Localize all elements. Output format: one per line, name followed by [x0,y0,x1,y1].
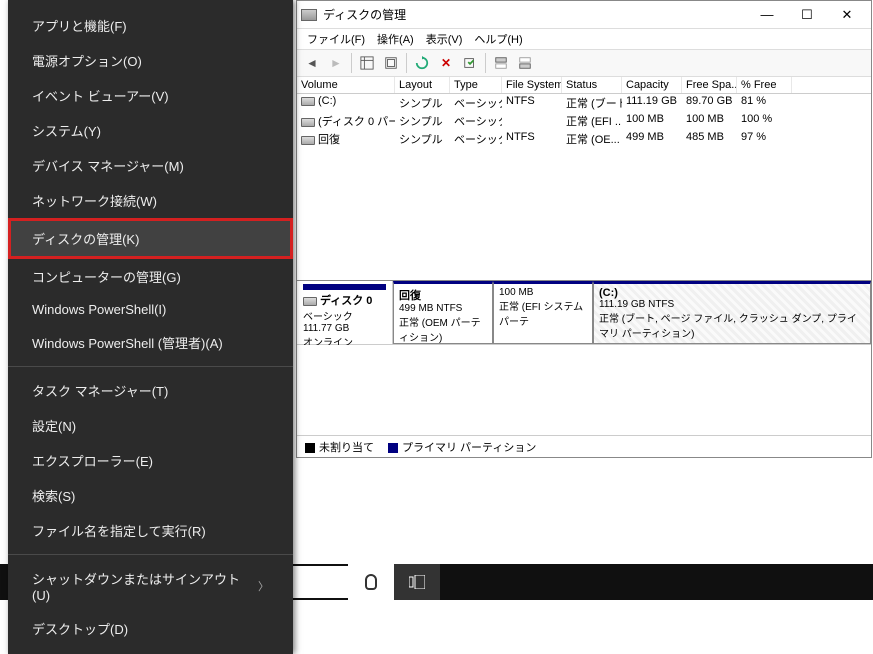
partition[interactable]: 100 MB正常 (EFI システム パーテ [493,281,593,344]
col-status[interactable]: Status [562,77,622,93]
winx-item[interactable]: コンピューターの管理(G) [8,259,293,294]
winx-item[interactable]: タスク マネージャー(T) [8,373,293,408]
winx-item[interactable]: イベント ビューアー(V) [8,78,293,113]
menu-file[interactable]: ファイル(F) [303,31,369,47]
window-title: ディスクの管理 [323,6,747,23]
taskview-button[interactable] [394,564,440,600]
volume-rows[interactable]: (C:)シンプルベーシックNTFS正常 (ブート...111.19 GB89.7… [297,94,871,280]
maximize-button[interactable]: ☐ [787,3,827,27]
disk-row[interactable]: ディスク 0 ベーシック 111.77 GB オンライン 回復499 MB NT… [297,281,871,345]
toolbar-settings-icon[interactable] [459,52,481,74]
winx-item-label: 電源オプション(O) [32,51,142,70]
drive-icon [301,136,315,145]
volume-row[interactable]: (C:)シンプルベーシックNTFS正常 (ブート...111.19 GB89.7… [297,94,871,112]
col-layout[interactable]: Layout [395,77,450,93]
drive-icon [301,97,315,106]
winx-item[interactable]: ディスクの管理(K) [8,218,293,259]
titlebar[interactable]: ディスクの管理 — ☐ ✕ [297,1,871,29]
winx-item-label: 検索(S) [32,486,75,505]
winx-item[interactable]: ファイル名を指定して実行(R) [8,513,293,548]
winx-item[interactable]: デバイス マネージャー(M) [8,148,293,183]
toolbar-delete-icon[interactable]: ✕ [435,52,457,74]
disk-graphical-view: ディスク 0 ベーシック 111.77 GB オンライン 回復499 MB NT… [297,280,871,457]
volume-list-header[interactable]: Volume Layout Type File System Status Ca… [297,77,871,94]
partition[interactable]: (C:)111.19 GB NTFS正常 (ブート, ページ ファイル, クラッ… [593,281,871,344]
winx-item-label: エクスプローラー(E) [32,451,153,470]
winx-item-label: ファイル名を指定して実行(R) [32,521,206,540]
col-type[interactable]: Type [450,77,502,93]
winx-item[interactable]: 検索(S) [8,478,293,513]
volume-row[interactable]: (ディスク 0 パーティシ...シンプルベーシック正常 (EFI ...100 … [297,112,871,130]
winx-item-label: イベント ビューアー(V) [32,86,169,105]
winx-item[interactable]: ネットワーク接続(W) [8,183,293,218]
col-capacity[interactable]: Capacity [622,77,682,93]
volume-list: Volume Layout Type File System Status Ca… [297,77,871,280]
winx-item-label: タスク マネージャー(T) [32,381,168,400]
winx-item-label: Windows PowerShell (管理者)(A) [32,333,223,352]
col-freespace[interactable]: Free Spa... [682,77,737,93]
winx-item[interactable]: エクスプローラー(E) [8,443,293,478]
legend-unallocated: 未割り当て [305,439,374,455]
winx-item[interactable]: シャットダウンまたはサインアウト(U)〉 [8,561,293,611]
menu-help[interactable]: ヘルプ(H) [470,31,526,47]
winx-item[interactable]: デスクトップ(D) [8,611,293,646]
menu-action[interactable]: 操作(A) [373,31,418,47]
toolbar: ◄ ► ✕ [297,49,871,77]
disk-info[interactable]: ディスク 0 ベーシック 111.77 GB オンライン [297,281,393,344]
col-filesystem[interactable]: File System [502,77,562,93]
partitions: 回復499 MB NTFS正常 (OEM パーティション)100 MB正常 (E… [393,281,871,344]
winx-item[interactable]: システム(Y) [8,113,293,148]
legend-primary: プライマリ パーティション [388,439,536,455]
minimize-button[interactable]: — [747,3,787,27]
disk-management-window: ディスクの管理 — ☐ ✕ ファイル(F) 操作(A) 表示(V) ヘルプ(H)… [296,0,872,458]
toolbar-disk-top-icon[interactable] [490,52,512,74]
winx-item-label: ネットワーク接続(W) [32,191,157,210]
volume-row[interactable]: 回復シンプルベーシックNTFS正常 (OE...499 MB485 MB97 % [297,130,871,148]
col-percentfree[interactable]: % Free [737,77,792,93]
app-icon [301,9,317,21]
winx-item-label: 設定(N) [32,416,76,435]
chevron-right-icon: 〉 [258,578,269,594]
winx-item-label: シャットダウンまたはサインアウト(U) [32,569,258,603]
winx-item-label: システム(Y) [32,121,101,140]
disk-icon [303,297,317,306]
cortana-mic-button[interactable] [348,564,394,600]
winx-item[interactable]: 設定(N) [8,408,293,443]
winx-item[interactable]: Windows PowerShell (管理者)(A) [8,325,293,360]
toolbar-reload-icon[interactable] [411,52,433,74]
winx-item-label: ディスクの管理(K) [32,229,139,248]
winx-item[interactable]: アプリと機能(F) [8,8,293,43]
toolbar-refresh-icon[interactable] [380,52,402,74]
graphical-blank[interactable] [297,345,871,435]
winx-menu: アプリと機能(F) 電源オプション(O) イベント ビューアー(V) システム(Y) デ… [8,0,293,654]
winx-item-label: Windows PowerShell(I) [32,302,166,317]
back-button[interactable]: ◄ [301,52,323,74]
drive-icon [301,118,315,127]
menu-view[interactable]: 表示(V) [422,31,467,47]
winx-item-label: アプリと機能(F) [32,16,127,35]
legend: 未割り当て プライマリ パーティション [297,435,871,457]
winx-item-label: デスクトップ(D) [32,619,128,638]
winx-item-label: デバイス マネージャー(M) [32,156,184,175]
forward-button[interactable]: ► [325,52,347,74]
winx-item[interactable]: Windows PowerShell(I) [8,294,293,325]
col-volume[interactable]: Volume [297,77,395,93]
mic-icon [365,574,377,590]
close-button[interactable]: ✕ [827,3,867,27]
menubar: ファイル(F) 操作(A) 表示(V) ヘルプ(H) [297,29,871,49]
winx-item-label: コンピューターの管理(G) [32,267,181,286]
taskview-icon [409,575,425,589]
toolbar-views-icon[interactable] [356,52,378,74]
partition[interactable]: 回復499 MB NTFS正常 (OEM パーティション) [393,281,493,344]
winx-item[interactable]: 電源オプション(O) [8,43,293,78]
toolbar-disk-bottom-icon[interactable] [514,52,536,74]
